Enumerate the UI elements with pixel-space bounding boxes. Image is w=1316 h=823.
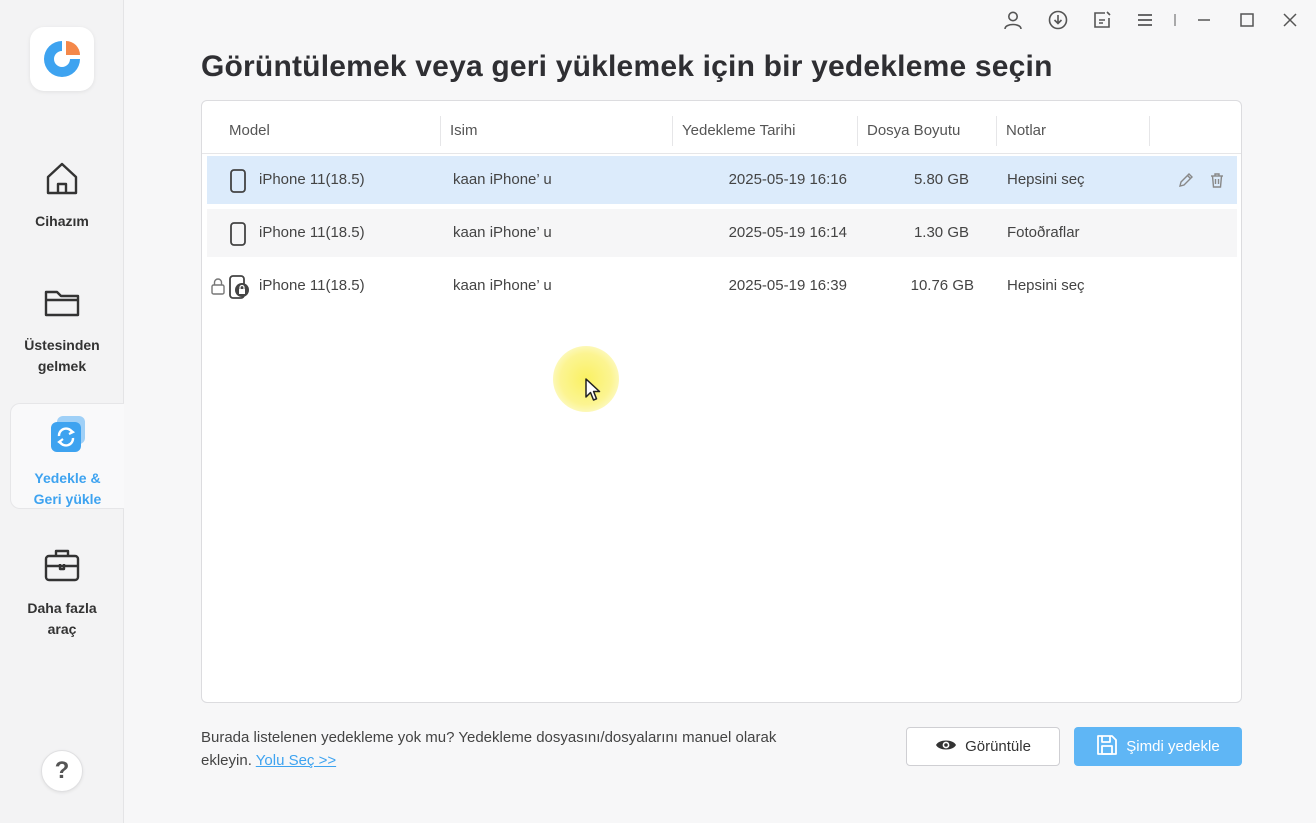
maximize-icon[interactable]: [1237, 10, 1257, 30]
cell-notes: Fotoðraflar: [1007, 224, 1080, 241]
sidebar-item-label: Yedekle & Geri yükle: [33, 470, 102, 507]
sidebar: Cihazım Üstesinden gelmek Yedekle & Geri…: [0, 0, 124, 823]
cell-size: 10.76 GB: [910, 277, 974, 294]
encrypted-phone-icon: [229, 275, 251, 303]
delete-icon[interactable]: [1208, 171, 1226, 189]
eye-icon: [935, 737, 957, 757]
sidebar-item-my-device[interactable]: Cihazım: [0, 158, 124, 232]
edit-icon[interactable]: [1177, 171, 1195, 189]
table-header: Model Isim Yedekleme Tarihi Dosya Boyutu…: [202, 116, 1241, 154]
sidebar-item-label: Cihazım: [35, 213, 89, 229]
save-icon: [1096, 734, 1118, 760]
table-row[interactable]: iPhone 11(18.5) kaan iPhone’ u 2025-05-1…: [207, 262, 1237, 310]
backup-now-button[interactable]: Şimdi yedekle: [1074, 727, 1242, 766]
column-header-notes[interactable]: Notlar: [996, 116, 1046, 146]
no-backup-hint: Burada listelenen yedekleme yok mu? Yede…: [201, 726, 801, 772]
backup-now-button-label: Şimdi yedekle: [1126, 738, 1220, 755]
column-header-actions: [1149, 116, 1239, 146]
cell-date: 2025-05-19 16:14: [728, 224, 847, 241]
folder-icon: [42, 282, 82, 327]
cell-model: iPhone 11(18.5): [259, 224, 365, 241]
mouse-cursor-icon: [584, 377, 602, 408]
sidebar-item-backup-restore[interactable]: Yedekle & Geri yükle: [10, 403, 124, 509]
home-icon: [42, 158, 82, 203]
column-header-backup-date[interactable]: Yedekleme Tarihi: [672, 116, 795, 146]
minimize-icon[interactable]: [1194, 10, 1214, 30]
backup-table: Model Isim Yedekleme Tarihi Dosya Boyutu…: [201, 100, 1242, 703]
sidebar-item-more-tools[interactable]: Daha fazla araç: [0, 545, 124, 640]
table-row[interactable]: iPhone 11(18.5) kaan iPhone’ u 2025-05-1…: [207, 156, 1237, 204]
download-icon[interactable]: [1048, 10, 1068, 30]
page-title: Görüntülemek veya geri yüklemek için bir…: [201, 50, 1053, 83]
sidebar-item-label: Üstesinden gelmek: [24, 337, 100, 374]
app-logo-icon: [30, 27, 94, 91]
feedback-icon[interactable]: [1092, 10, 1112, 30]
help-button[interactable]: ?: [41, 750, 83, 792]
sidebar-item-manage[interactable]: Üstesinden gelmek: [0, 282, 124, 377]
table-row[interactable]: iPhone 11(18.5) kaan iPhone’ u 2025-05-1…: [207, 209, 1237, 257]
cell-model: iPhone 11(18.5): [259, 171, 365, 188]
column-header-model[interactable]: Model: [220, 116, 270, 146]
cell-date: 2025-05-19 16:39: [728, 277, 847, 294]
cell-notes: Hepsini seç: [1007, 171, 1085, 188]
backup-restore-icon: [47, 413, 89, 460]
cell-date: 2025-05-19 16:16: [728, 171, 847, 188]
cell-size: 1.30 GB: [913, 224, 969, 241]
view-button-label: Görüntüle: [965, 738, 1031, 755]
view-button[interactable]: Görüntüle: [906, 727, 1060, 766]
toolbox-icon: [42, 545, 82, 590]
sidebar-item-label: Daha fazla araç: [27, 600, 97, 637]
titlebar-divider: [1165, 10, 1185, 30]
cell-name: kaan iPhone’ u: [453, 224, 552, 241]
account-icon[interactable]: [1003, 10, 1023, 30]
column-header-name[interactable]: Isim: [440, 116, 478, 146]
cell-model: iPhone 11(18.5): [259, 277, 365, 294]
close-icon[interactable]: [1280, 10, 1300, 30]
choose-path-link[interactable]: Yolu Seç >>: [256, 752, 336, 769]
cell-name: kaan iPhone’ u: [453, 171, 552, 188]
phone-icon: [229, 169, 247, 197]
cell-name: kaan iPhone’ u: [453, 277, 552, 294]
cell-notes: Hepsini seç: [1007, 277, 1085, 294]
menu-icon[interactable]: [1135, 10, 1155, 30]
column-header-file-size[interactable]: Dosya Boyutu: [857, 116, 960, 146]
phone-icon: [229, 222, 247, 250]
lock-icon: [210, 277, 226, 299]
cell-size: 5.80 GB: [913, 171, 969, 188]
